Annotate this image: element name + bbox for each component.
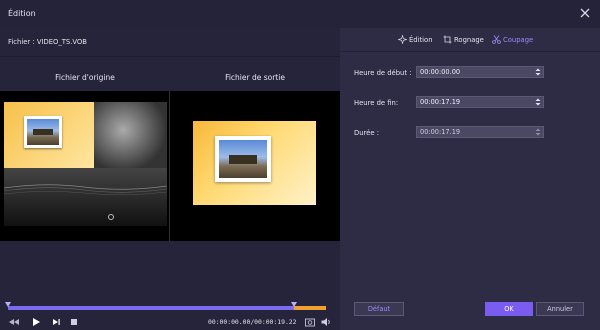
timecode: 00:00:00.00/00:00:19.22 xyxy=(208,318,297,326)
rewind-icon[interactable] xyxy=(8,316,20,328)
next-frame-icon[interactable] xyxy=(50,316,62,328)
tab-coupage[interactable]: Coupage xyxy=(492,35,533,44)
timeline-selection xyxy=(8,306,295,310)
video-preview-area xyxy=(0,91,340,241)
tab-rognage[interactable]: Rognage xyxy=(443,35,484,44)
settings-panel: Édition Rognage Coupage Heure de début :… xyxy=(340,28,600,330)
stop-icon[interactable] xyxy=(68,316,80,328)
output-file-label: Fichier de sortie xyxy=(225,73,285,82)
scissors-icon xyxy=(492,35,501,44)
window-title: Édition xyxy=(8,9,36,18)
start-time-input[interactable]: 00:00:00.00 xyxy=(416,66,544,78)
title-bar: Édition xyxy=(0,0,600,28)
volume-icon[interactable] xyxy=(320,316,332,328)
tab-edition[interactable]: Édition xyxy=(398,35,433,44)
tab-label: Rognage xyxy=(454,36,484,44)
sparkle-icon xyxy=(398,35,407,44)
original-video-frame xyxy=(4,102,167,226)
duration-label: Durée : xyxy=(354,129,380,137)
file-name: Fichier : VIDEO_TS.VOB xyxy=(8,38,87,46)
close-icon[interactable] xyxy=(578,6,592,20)
end-time-input[interactable]: 00:00:17.19 xyxy=(416,96,544,108)
tab-bar: Édition Rognage Coupage xyxy=(340,28,600,52)
spinner-icon[interactable] xyxy=(535,128,541,136)
cancel-button[interactable]: Annuler xyxy=(536,302,584,316)
start-time-label: Heure de début : xyxy=(354,69,412,77)
photo-thumbnail xyxy=(215,136,271,182)
trim-end-handle[interactable] xyxy=(291,302,298,307)
output-video-frame xyxy=(193,121,316,205)
original-file-label: Fichier d'origine xyxy=(55,73,115,82)
duration-input[interactable]: 00:00:17.19 xyxy=(416,126,544,138)
default-button[interactable]: Défaut xyxy=(354,302,404,316)
photo-thumbnail xyxy=(24,116,62,148)
divider xyxy=(0,56,340,57)
tab-label: Édition xyxy=(409,36,433,44)
crop-icon xyxy=(443,35,452,44)
watermark-icon xyxy=(108,214,114,220)
timeline-remainder xyxy=(294,306,326,310)
play-icon[interactable] xyxy=(30,316,42,328)
player-controls: 00:00:00.00/00:00:19.22 xyxy=(0,316,340,330)
spinner-icon[interactable] xyxy=(535,98,541,106)
timeline-bar[interactable] xyxy=(5,302,326,310)
trim-start-handle[interactable] xyxy=(5,302,11,307)
ok-button[interactable]: OK xyxy=(485,302,533,316)
end-time-label: Heure de fin: xyxy=(354,99,399,107)
preview-panel: Fichier : VIDEO_TS.VOB Fichier d'origine… xyxy=(0,28,340,330)
spinner-icon[interactable] xyxy=(535,68,541,76)
tab-label: Coupage xyxy=(503,36,534,44)
snapshot-icon[interactable] xyxy=(304,316,316,328)
